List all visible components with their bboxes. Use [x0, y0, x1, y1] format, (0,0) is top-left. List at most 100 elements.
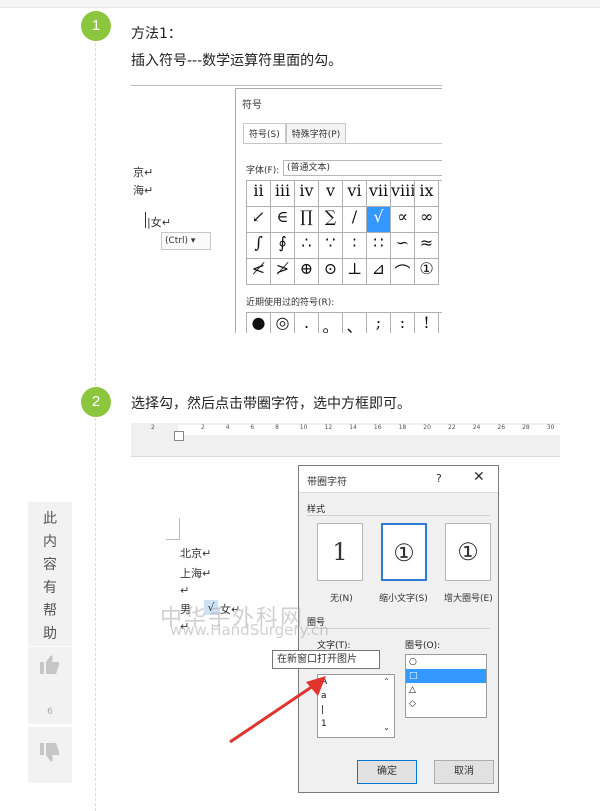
ruler-tick-label: 26: [497, 424, 506, 431]
doc-line: 海↵: [133, 184, 154, 197]
symbol-cell[interactable]: ∑: [319, 207, 343, 233]
ok-button[interactable]: 确定: [357, 760, 417, 784]
text-cursor: [145, 212, 146, 228]
tab-symbols[interactable]: 符号(S): [243, 123, 286, 143]
symbol-cell[interactable]: ∈: [271, 207, 295, 233]
symbol-cell[interactable]: √: [367, 207, 391, 233]
scroll-up-icon[interactable]: ⌃: [381, 677, 392, 686]
symbol-cell[interactable]: ∴: [295, 233, 319, 259]
page-corner-mark: [166, 518, 180, 540]
circle-listbox[interactable]: ○ □ △ ◇: [405, 654, 487, 718]
symbol-cell[interactable]: iii: [271, 181, 295, 207]
style-enlarge-symbol-button[interactable]: ①: [445, 523, 491, 581]
dialog-title: 带圈字符: [307, 477, 347, 488]
recent-symbol-cell[interactable]: :: [391, 313, 415, 333]
symbol-cell[interactable]: ∮: [271, 233, 295, 259]
symbol-cell[interactable]: ∵: [319, 233, 343, 259]
scroll-down-icon[interactable]: ⌄: [381, 723, 392, 732]
ruler-tick-label: 2: [151, 424, 155, 431]
recent-symbol-cell[interactable]: ;: [367, 313, 391, 333]
step-1-title: 方法1：: [131, 26, 182, 42]
symbol-cell[interactable]: ↙: [247, 207, 271, 233]
style-shrink-text-button[interactable]: ①: [381, 523, 427, 581]
cancel-button[interactable]: 取消: [434, 760, 494, 784]
recent-symbol-cell[interactable]: 、: [343, 313, 367, 333]
symbol-cell[interactable]: vi: [343, 181, 367, 207]
ruler: 2 2 4 6 8 10 12 14 16 18 20 22 24 26 28 30: [131, 423, 560, 457]
feedback-question-char: 此: [43, 511, 57, 527]
help-icon[interactable]: ?: [436, 472, 442, 485]
ruler-tick-label: 18: [398, 424, 407, 431]
symbol-cell[interactable]: iv: [295, 181, 319, 207]
step-1-screenshot[interactable]: 京↵ 海↵ |女↵ (Ctrl) ▾ 符号 符号(S) 特殊字符(P) 字体(F…: [131, 80, 442, 333]
ruler-tick-label: 14: [349, 424, 357, 431]
recent-symbol-cell[interactable]: ●: [247, 313, 271, 333]
feedback-question-char: 有: [43, 580, 57, 596]
symbol-cell[interactable]: ⊥: [343, 259, 367, 285]
symbol-cell[interactable]: ⊙: [319, 259, 343, 285]
symbol-cell[interactable]: ∶: [343, 233, 367, 259]
recent-symbol-cell[interactable]: .: [295, 313, 319, 333]
symbol-cell[interactable]: ①: [415, 259, 439, 285]
dialog-titlebar: 带圈字符 ? ✕: [299, 466, 498, 493]
dialog-title: 符号: [242, 100, 262, 111]
thumbs-up-icon[interactable]: [38, 652, 62, 682]
ruler-tick-label: 24: [472, 424, 481, 431]
step-1-description: 插入符号---数学运算符里面的勾。: [131, 53, 343, 69]
symbol-cell[interactable]: ∞: [415, 207, 439, 233]
doc-line: 上海↵: [180, 567, 212, 580]
symbol-cell[interactable]: ∫: [247, 233, 271, 259]
ruler-tick-label: 20: [423, 424, 431, 431]
close-icon[interactable]: ✕: [473, 469, 485, 485]
style-none-button[interactable]: 1: [317, 523, 363, 581]
symbol-cell[interactable]: ii: [247, 181, 271, 207]
symbol-cell[interactable]: ⊕: [295, 259, 319, 285]
symbol-cell[interactable]: ∝: [391, 207, 415, 233]
thumbs-down-icon[interactable]: [38, 741, 62, 771]
symbol-cell[interactable]: ∏: [295, 207, 319, 233]
circle-list-item[interactable]: ◇: [406, 697, 486, 711]
doc-line: |女↵: [147, 216, 171, 229]
style-shrink-text-label: 缩小文字(S): [379, 594, 428, 604]
ruler-tick-label: 22: [448, 424, 456, 431]
step-divider: [95, 28, 96, 811]
symbol-cell[interactable]: v: [319, 181, 343, 207]
symbol-dialog: 符号 符号(S) 特殊字符(P) 字体(F): (普通文本) ii iii iv v v…: [235, 88, 442, 333]
ruler-tick-label: 28: [522, 424, 530, 431]
symbol-cell[interactable]: ∽: [391, 233, 415, 259]
symbol-grid: ii iii iv v vi vii viii ix ↙ ∈ ∏ ∑ / √ ∝ ∞ ∫ ∮ ∴ ∵ ∶ ∷ ∽ ≈ ≮ ≯ ⊕ ⊙ ⊥…: [246, 180, 442, 285]
doc-line: 北京↵: [180, 547, 212, 560]
feedback-question-char: 内: [43, 534, 57, 550]
circle-list-item[interactable]: □: [406, 669, 486, 683]
ruler-tick-label: 10: [299, 424, 308, 431]
red-arrow-annotation: [229, 676, 326, 744]
circle-list-item[interactable]: ○: [406, 655, 486, 669]
circle-list-item[interactable]: △: [406, 683, 486, 697]
symbol-cell[interactable]: ≈: [415, 233, 439, 259]
symbol-cell[interactable]: /: [343, 207, 367, 233]
ruler-tick-label: 2: [201, 424, 205, 431]
symbol-cell[interactable]: vii: [367, 181, 391, 207]
feedback-question-char: 容: [43, 557, 57, 573]
ruler-tick-label: 4: [225, 424, 230, 431]
doc-line: ↵: [180, 584, 190, 597]
ruler-tick-label: 8: [275, 424, 279, 431]
font-select[interactable]: (普通文本): [283, 160, 442, 176]
recent-symbol-cell[interactable]: !: [415, 313, 439, 333]
symbol-cell[interactable]: ⌒: [391, 259, 415, 285]
paste-options-button[interactable]: (Ctrl) ▾: [161, 232, 211, 250]
symbol-cell[interactable]: ix: [415, 181, 439, 207]
tab-divider: [243, 143, 442, 144]
symbol-cell[interactable]: ≮: [247, 259, 271, 285]
doc-line: 京↵: [133, 166, 154, 179]
symbol-cell[interactable]: ∷: [367, 233, 391, 259]
indent-marker[interactable]: [174, 431, 184, 441]
doc-top-border: [131, 85, 442, 86]
recent-symbol-cell[interactable]: ◎: [271, 313, 295, 333]
tab-special-characters[interactable]: 特殊字符(P): [285, 123, 347, 143]
symbol-cell[interactable]: viii: [391, 181, 415, 207]
ruler-tick-label: 16: [373, 424, 382, 431]
symbol-cell[interactable]: ⊿: [367, 259, 391, 285]
recent-symbol-cell[interactable]: 。: [319, 313, 343, 333]
symbol-cell[interactable]: ≯: [271, 259, 295, 285]
